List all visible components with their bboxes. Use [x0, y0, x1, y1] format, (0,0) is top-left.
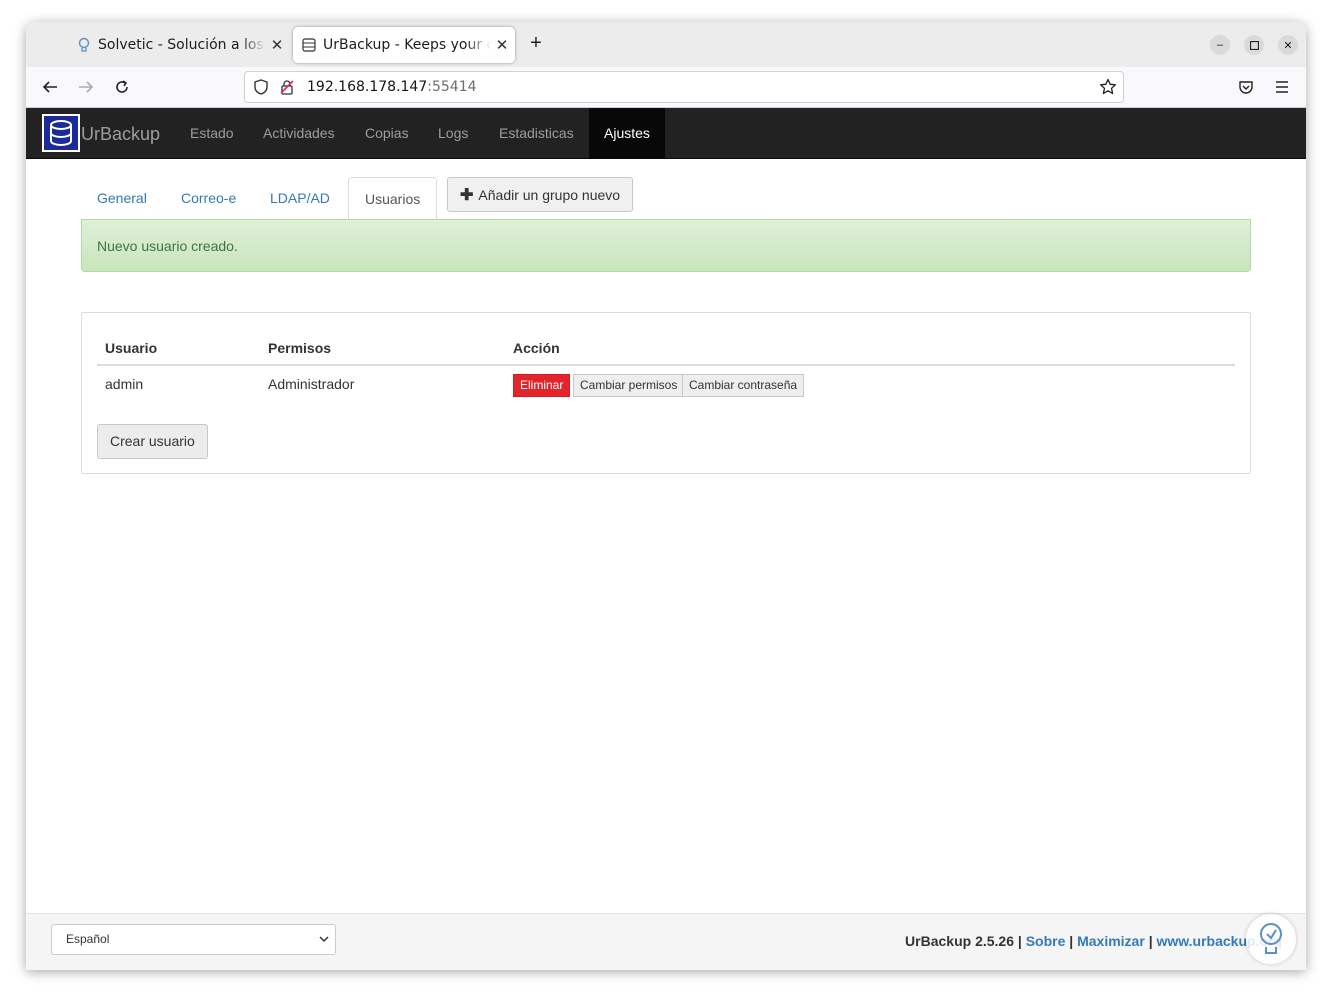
close-icon[interactable]: ✕ — [270, 36, 284, 54]
users-panel: Usuario Permisos Acción admin Administra… — [81, 312, 1251, 474]
tab-general[interactable]: General — [81, 177, 163, 220]
browser-toolbar: 192.168.178.147:55414 — [26, 67, 1306, 108]
pocket-icon[interactable] — [1235, 76, 1257, 98]
column-header-usuario: Usuario — [105, 340, 158, 356]
browser-tab-solvetic[interactable]: Solvetic - Solución a los pr ✕ — [70, 27, 290, 63]
bulb-icon — [76, 37, 92, 53]
close-icon[interactable]: ✕ — [495, 36, 509, 54]
separator: | — [1148, 933, 1153, 949]
column-header-accion: Acción — [513, 340, 560, 356]
nav-actividades[interactable]: Actividades — [248, 108, 350, 158]
forward-icon[interactable] — [75, 76, 97, 98]
urbackup-logo[interactable] — [42, 114, 80, 152]
browser-tab-urbackup[interactable]: UrBackup - Keeps your da ✕ — [293, 27, 515, 63]
plus-icon: ✚ — [460, 186, 474, 204]
url-host: 192.168.178.147 — [307, 79, 428, 95]
cell-permissions: Administrador — [268, 376, 355, 392]
url-text[interactable]: 192.168.178.147:55414 — [307, 79, 477, 95]
delete-user-button[interactable]: Eliminar — [513, 374, 571, 397]
tab-ldap[interactable]: LDAP/AD — [254, 177, 346, 220]
language-value: Español — [66, 932, 110, 946]
separator: | — [1017, 933, 1022, 949]
new-tab-button[interactable]: + — [525, 33, 547, 55]
hamburger-menu-icon[interactable] — [1271, 76, 1293, 98]
reload-icon[interactable] — [111, 76, 133, 98]
database-icon — [301, 37, 317, 53]
nav-copias[interactable]: Copias — [350, 108, 424, 158]
minimize-icon[interactable]: – — [1210, 35, 1230, 55]
nav-ajustes[interactable]: Ajustes — [589, 108, 665, 158]
app-navbar: UrBackup Estado Actividades Copias Logs … — [26, 108, 1306, 159]
success-alert: Nuevo usuario creado. — [81, 219, 1251, 272]
tab-title: UrBackup - Keeps your da — [323, 37, 491, 53]
language-select[interactable]: Español — [51, 924, 336, 955]
cell-user: admin — [105, 376, 144, 392]
add-group-button[interactable]: ✚ Añadir un grupo nuevo — [447, 177, 634, 212]
back-icon[interactable] — [39, 76, 61, 98]
address-bar[interactable]: 192.168.178.147:55414 — [244, 71, 1124, 103]
separator: | — [1069, 933, 1074, 949]
link-maximizar[interactable]: Maximizar — [1077, 933, 1145, 949]
nav-estado[interactable]: Estado — [175, 108, 249, 158]
create-user-button[interactable]: Crear usuario — [97, 424, 208, 459]
browser-window: Solvetic - Solución a los pr ✕ UrBackup … — [26, 22, 1306, 970]
tab-strip: Solvetic - Solución a los pr ✕ UrBackup … — [26, 22, 1306, 67]
nav-estadisticas[interactable]: Estadisticas — [484, 108, 589, 158]
change-permissions-button[interactable]: Cambiar permisos — [573, 374, 685, 397]
table-header-row: Usuario Permisos Acción — [97, 333, 1235, 366]
tab-correo[interactable]: Correo-e — [165, 177, 252, 220]
brand-name[interactable]: UrBackup — [81, 124, 160, 145]
change-password-button[interactable]: Cambiar contraseña — [682, 374, 805, 397]
solvetic-watermark-logo — [1246, 914, 1296, 964]
footer: Español UrBackup 2.5.26 | Sobre | Maximi… — [26, 913, 1306, 970]
tab-usuarios[interactable]: Usuarios — [348, 177, 438, 221]
nav-logs[interactable]: Logs — [423, 108, 483, 158]
bookmark-star-icon[interactable] — [1099, 78, 1117, 101]
settings-tabs: General Correo-e LDAP/AD Usuarios — [81, 177, 1251, 221]
tab-title: Solvetic - Solución a los pr — [98, 37, 266, 53]
column-header-permisos: Permisos — [268, 340, 332, 356]
add-group-label: Añadir un grupo nuevo — [478, 186, 621, 203]
close-window-icon[interactable]: ✕ — [1278, 35, 1298, 55]
chevron-down-icon — [319, 925, 329, 966]
shield-icon[interactable] — [253, 79, 269, 100]
version-text: UrBackup 2.5.26 — [905, 933, 1014, 949]
footer-info: UrBackup 2.5.26 | Sobre | Maximizar | ww… — [905, 933, 1282, 949]
url-port: :55414 — [427, 79, 477, 95]
insecure-lock-icon[interactable] — [279, 79, 295, 100]
maximize-icon[interactable] — [1244, 35, 1264, 55]
link-sobre[interactable]: Sobre — [1026, 933, 1066, 949]
